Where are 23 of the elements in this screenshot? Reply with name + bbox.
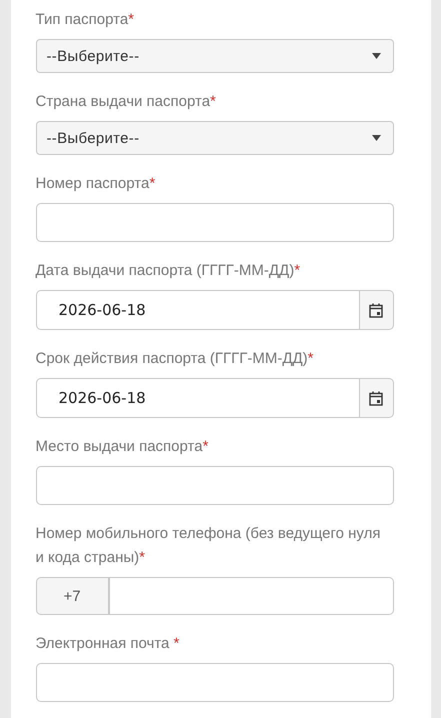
input-field[interactable] xyxy=(36,466,394,505)
calendar-button[interactable] xyxy=(360,378,394,418)
calendar-icon xyxy=(369,302,383,318)
date-field[interactable]: 2026-06-18 xyxy=(36,290,360,330)
phone-field[interactable] xyxy=(108,577,394,615)
field-label: Тип паспорта* xyxy=(36,10,136,30)
field-label: Номер мобильного телефона (без ведущего нуля и кода страны)* xyxy=(36,524,382,568)
caret-icon xyxy=(372,53,380,59)
country-code: +7 xyxy=(36,577,108,615)
input-field[interactable] xyxy=(36,203,394,242)
field-label: Дата выдачи паспорта (ГГГГ-ММ-ДД)* xyxy=(36,261,302,281)
select-dropdown[interactable]: --Выберите-- xyxy=(36,121,394,155)
select-dropdown[interactable]: --Выберите-- xyxy=(36,39,394,73)
calendar-icon xyxy=(369,390,383,406)
field-label: Срок действия паспорта (ГГГГ-ММ-ДД)* xyxy=(36,349,315,369)
date-field[interactable]: 2026-06-18 xyxy=(36,378,360,418)
field-label: Электронная почта * xyxy=(36,634,180,654)
field-label: Номер паспорта* xyxy=(36,174,156,194)
input-field[interactable] xyxy=(36,663,394,702)
caret-icon xyxy=(372,135,380,141)
field-label: Страна выдачи паспорта* xyxy=(36,92,217,112)
calendar-button[interactable] xyxy=(360,290,394,330)
field-label: Место выдачи паспорта* xyxy=(36,437,210,457)
